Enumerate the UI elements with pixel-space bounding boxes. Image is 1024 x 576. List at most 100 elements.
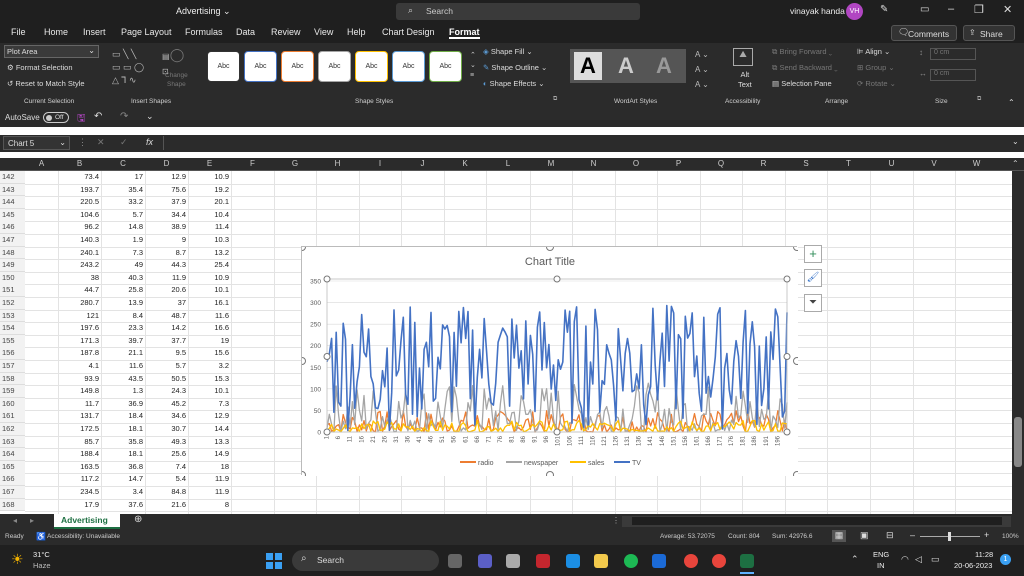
search-box[interactable]: ⌕ Search [396, 3, 640, 20]
shape-style-3[interactable]: Abc [281, 51, 314, 82]
cell-d[interactable]: 45.2 [145, 398, 186, 411]
cell-e[interactable]: 20.1 [188, 196, 229, 209]
send-backward-button[interactable]: ⧉ Send Backward ⌄ [772, 63, 838, 73]
shape-style-1[interactable]: Abc [207, 51, 240, 82]
save-icon[interactable]: 🖫 [77, 111, 86, 128]
row-header[interactable]: 148 [0, 246, 25, 260]
l-app-icon[interactable] [566, 554, 580, 568]
cell-b[interactable]: 131.7 [58, 410, 99, 423]
cell-e[interactable]: 18 [188, 461, 229, 474]
cell-b[interactable]: 220.5 [58, 196, 99, 209]
tab-split-icon[interactable]: ⋮ [612, 516, 620, 525]
cell-b[interactable]: 104.6 [58, 209, 99, 222]
row-header[interactable]: 153 [0, 309, 25, 323]
cell-b[interactable]: 171.3 [58, 335, 99, 348]
cell-d[interactable]: 37.9 [145, 196, 186, 209]
cell-b[interactable]: 38 [58, 272, 99, 285]
weather-text[interactable]: Haze [33, 561, 51, 570]
horizontal-scrollbar[interactable] [622, 516, 1011, 527]
cell-e[interactable]: 10.1 [188, 284, 229, 297]
tab-file[interactable]: File [11, 27, 26, 37]
column-header-v[interactable]: V [913, 159, 955, 168]
cell-e[interactable]: 16.6 [188, 322, 229, 335]
zoom-out-icon[interactable]: – [910, 530, 915, 540]
cell-e[interactable]: 10.3 [188, 234, 229, 247]
width-field[interactable]: 0 cm [930, 69, 976, 81]
selection-pane-button[interactable]: ▤ Selection Pane [772, 79, 832, 88]
cell-e[interactable]: 13.3 [188, 436, 229, 449]
row-header[interactable]: 156 [0, 347, 25, 361]
cell-e[interactable]: 19 [188, 335, 229, 348]
shape-effects-button[interactable]: ◐ Shape Effects ⌄ [483, 79, 545, 88]
normal-view-icon[interactable]: ▦ [832, 530, 846, 542]
shape-style-6[interactable]: Abc [392, 51, 425, 82]
taskbar-search[interactable]: ⌕ Search [292, 550, 439, 571]
row-header[interactable]: 150 [0, 271, 25, 285]
chart-element-dropdown[interactable]: Plot Area ⌄ [4, 45, 99, 58]
cell-b[interactable]: 17.9 [58, 499, 99, 512]
prev-sheet-icon[interactable]: ◂ [13, 516, 17, 525]
cell-c[interactable]: 18.1 [101, 423, 143, 436]
cell-b[interactable]: 140.3 [58, 234, 99, 247]
cell-c[interactable]: 43.5 [101, 373, 143, 386]
chart-filter-icon[interactable]: ⏷ [804, 294, 822, 312]
avatar[interactable]: VH [846, 3, 863, 20]
row-header[interactable]: 151 [0, 284, 25, 298]
group-button[interactable]: ⊞ Group ⌄ [857, 63, 895, 72]
chart-styles-brush-icon[interactable]: 🖌 [804, 269, 822, 287]
tab-formulas[interactable]: Formulas [185, 27, 223, 37]
cell-b[interactable]: 172.5 [58, 423, 99, 436]
zoom-slider-thumb[interactable] [948, 532, 951, 541]
formula-input[interactable] [163, 136, 1008, 150]
tab-data[interactable]: Data [236, 27, 255, 37]
cell-e[interactable]: 14.4 [188, 423, 229, 436]
cell-d[interactable]: 50.5 [145, 373, 186, 386]
column-header-w[interactable]: W [955, 159, 998, 168]
row-header[interactable]: 146 [0, 221, 25, 235]
cell-d[interactable]: 37.7 [145, 335, 186, 348]
row-header[interactable]: 160 [0, 397, 25, 411]
cell-d[interactable]: 11.9 [145, 272, 186, 285]
cell-d[interactable]: 5.7 [145, 360, 186, 373]
cell-c[interactable]: 5.7 [101, 209, 143, 222]
cell-b[interactable]: 93.9 [58, 373, 99, 386]
column-header-o[interactable]: O [615, 159, 657, 168]
clock-time[interactable]: 11:28 [975, 550, 993, 559]
cell-b[interactable]: 11.7 [58, 398, 99, 411]
cell-c[interactable]: 49 [101, 259, 143, 272]
row-header[interactable]: 167 [0, 486, 25, 499]
shape-style-7[interactable]: Abc [429, 51, 462, 82]
column-header-m[interactable]: M [530, 159, 572, 168]
text-fill-icon[interactable]: A ⌄ A ⌄ A ⌄ [695, 47, 709, 92]
enter-icon[interactable]: ✓ [120, 137, 128, 148]
cell-b[interactable]: 240.1 [58, 247, 99, 260]
change-shape-button[interactable]: Change Shape [165, 71, 188, 89]
tab-chart-design[interactable]: Chart Design [382, 27, 435, 37]
cell-b[interactable]: 193.7 [58, 184, 99, 197]
row-header[interactable]: 143 [0, 183, 25, 197]
task-view-icon[interactable] [448, 554, 462, 568]
language-line2[interactable]: IN [877, 561, 885, 570]
bring-forward-button[interactable]: ⧉ Bring Forward ⌄ [772, 47, 832, 57]
cell-e[interactable]: 25.4 [188, 259, 229, 272]
cell-d[interactable]: 75.6 [145, 184, 186, 197]
vertical-scrollbar[interactable] [1012, 171, 1024, 514]
cell-e[interactable]: 14.9 [188, 448, 229, 461]
row-header[interactable]: 166 [0, 473, 25, 487]
teams-icon[interactable] [478, 554, 492, 568]
cell-c[interactable]: 13.9 [101, 297, 143, 310]
name-box[interactable]: Chart 5 ⌄ [3, 136, 70, 150]
zoom-level[interactable]: 100% [1002, 533, 1019, 540]
row-header[interactable]: 163 [0, 435, 25, 449]
mcafee-icon[interactable] [536, 554, 550, 568]
shapes-gallery[interactable]: ▭ ╲ ╲ ▭ ▭ ◯ △ ⅂ ∿ [112, 48, 160, 88]
column-header-p[interactable]: P [657, 159, 700, 168]
volume-icon[interactable]: ◁ [915, 554, 922, 565]
cell-c[interactable]: 14.8 [101, 221, 143, 234]
column-header-q[interactable]: Q [700, 159, 742, 168]
cell-e[interactable]: 8 [188, 499, 229, 512]
cell-e[interactable]: 3.2 [188, 360, 229, 373]
column-header-e[interactable]: E [188, 159, 231, 168]
cell-d[interactable]: 38.9 [145, 221, 186, 234]
undo-icon[interactable]: ↶ [94, 111, 102, 122]
